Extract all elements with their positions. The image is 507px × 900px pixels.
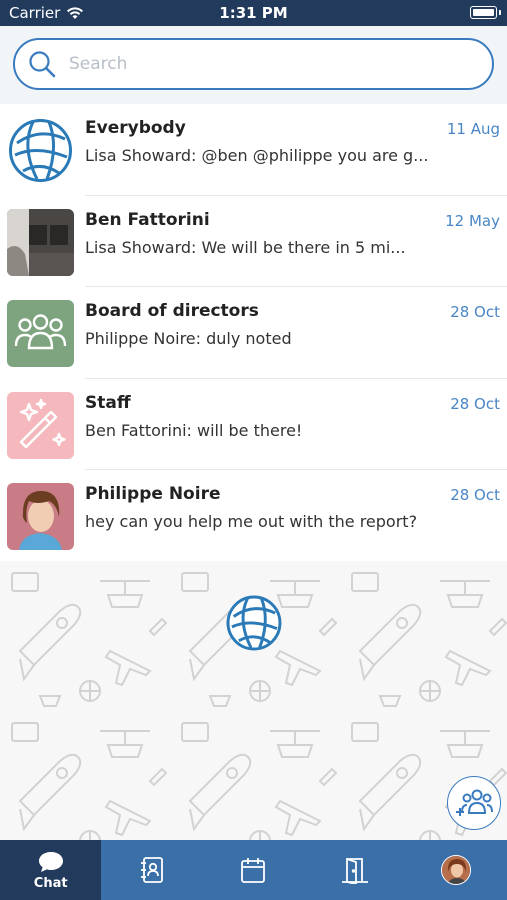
search-icon — [29, 51, 56, 78]
chat-preview: hey can you help me out with the report? — [85, 512, 418, 531]
tab-label: Chat — [33, 875, 68, 891]
chat-title: Staff — [85, 392, 131, 413]
chat-date: 28 Oct — [450, 486, 500, 504]
chat-date: 28 Oct — [450, 303, 500, 321]
search-box[interactable] — [13, 38, 494, 90]
chat-preview: Lisa Showard: We will be there in 5 mi..… — [85, 237, 406, 257]
status-time: 1:31 PM — [219, 4, 288, 22]
avatar — [7, 117, 74, 184]
tab-chat[interactable]: Chat — [0, 840, 102, 900]
contacts-icon — [141, 857, 163, 883]
chat-item-everybody[interactable]: Everybody Lisa Showard: @ben @philippe y… — [0, 104, 507, 196]
globe-icon — [9, 119, 72, 182]
chat-title: Everybody — [85, 118, 186, 138]
avatar — [7, 208, 74, 276]
battery-icon — [470, 6, 501, 19]
chat-date: 11 Aug — [446, 120, 500, 138]
avatar-photo-philippe — [7, 483, 74, 550]
new-group-chat-button[interactable] — [447, 776, 501, 830]
globe-logo-icon — [226, 595, 282, 651]
chat-list: Everybody Lisa Showard: @ben @philippe y… — [0, 104, 507, 562]
status-bar: Carrier 1:31 PM — [0, 0, 507, 26]
door-icon — [341, 858, 368, 884]
avatar — [7, 300, 74, 367]
chat-preview: Philippe Noire: duly noted — [85, 329, 292, 348]
chat-preview: Lisa Showard: @ben @philippe you are g..… — [85, 146, 429, 165]
chat-item-philippe-noire[interactable]: Philippe Noire hey can you help me out w… — [0, 470, 507, 562]
tab-profile[interactable] — [406, 840, 507, 900]
chat-icon — [38, 851, 63, 872]
avatar — [7, 483, 74, 550]
empty-state-pattern — [0, 561, 507, 840]
avatar-photo-ben — [7, 208, 74, 276]
profile-avatar — [441, 855, 472, 885]
chat-item-staff[interactable]: Staff Ben Fattorini: will be there! 28 O… — [0, 379, 507, 470]
tab-rooms[interactable] — [304, 840, 405, 900]
magic-wand-icon — [19, 398, 66, 448]
avatar — [7, 391, 74, 459]
group-icon — [14, 314, 67, 350]
add-group-icon — [456, 789, 493, 816]
tab-calendar[interactable] — [203, 840, 304, 900]
tab-contacts[interactable] — [101, 840, 202, 900]
chat-preview: Ben Fattorini: will be there! — [85, 420, 303, 440]
chat-item-board-of-directors[interactable]: Board of directors Philippe Noire: duly … — [0, 287, 507, 379]
chat-title: Board of directors — [85, 301, 259, 321]
profile-photo — [442, 856, 471, 884]
chat-date: 28 Oct — [450, 394, 500, 413]
chat-title: Philippe Noire — [85, 484, 221, 504]
search-input[interactable] — [69, 54, 469, 74]
tab-bar: Chat — [0, 840, 507, 900]
chat-date: 12 May — [445, 211, 500, 230]
calendar-icon — [241, 858, 266, 883]
search-area — [0, 26, 507, 104]
chat-title: Ben Fattorini — [85, 209, 210, 230]
chat-item-ben-fattorini[interactable]: Ben Fattorini Lisa Showard: We will be t… — [0, 196, 507, 287]
